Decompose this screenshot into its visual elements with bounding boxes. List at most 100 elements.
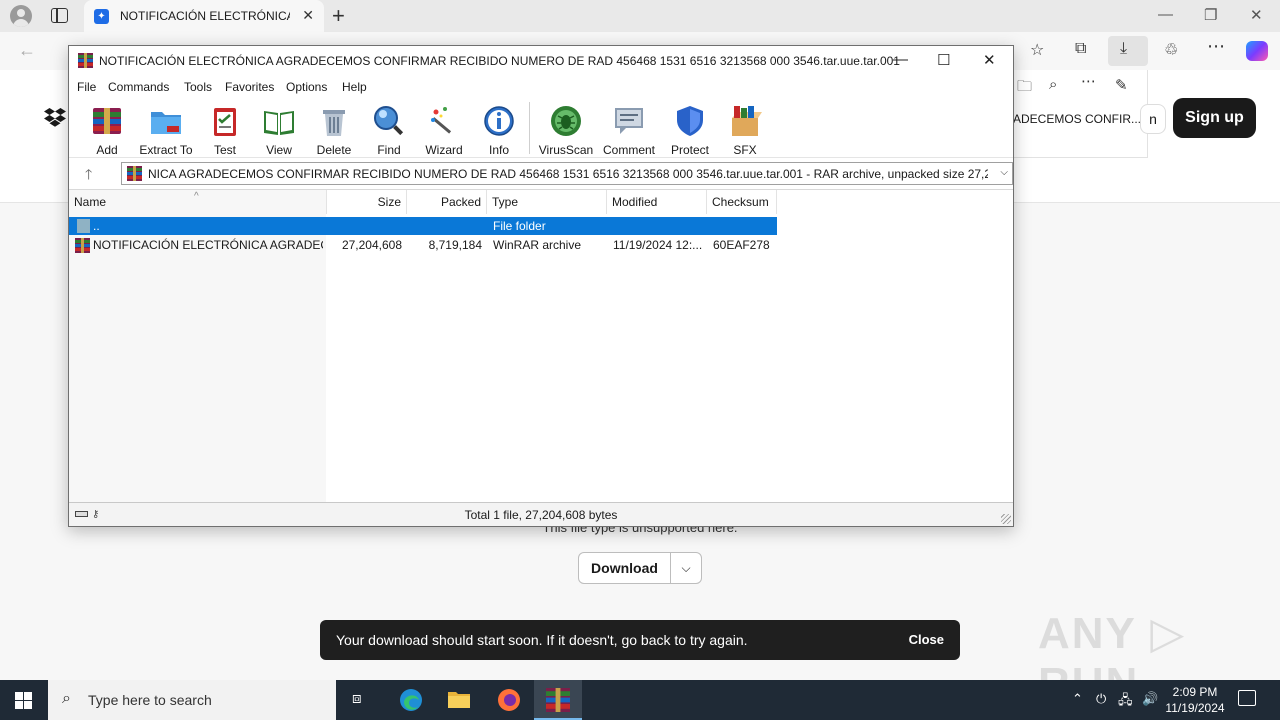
profile-icon[interactable] — [10, 5, 32, 27]
row-packed: 8,719,184 — [428, 238, 482, 252]
winrar-minimize-button[interactable]: — — [893, 51, 908, 68]
tool-test[interactable]: Test — [195, 102, 255, 157]
dropbox-logo-icon[interactable] — [44, 108, 66, 128]
column-header-checksum[interactable]: Checksum — [707, 190, 777, 214]
winrar-titlebar[interactable]: NOTIFICACIÓN ELECTRÓNICA AGRADECEMOS CON… — [69, 46, 1013, 76]
download-toast: Your download should start soon. If it d… — [320, 620, 960, 660]
row-checksum: 60EAF278 — [713, 238, 770, 252]
tray-device-icon[interactable]: ⏻ — [1096, 691, 1106, 707]
tool-view[interactable]: View — [249, 102, 309, 157]
download-button[interactable]: Download — [579, 553, 671, 583]
tool-protect-label: Protect — [670, 143, 709, 157]
task-view-icon: ⧈ — [352, 690, 362, 707]
row-name: .. — [93, 219, 100, 233]
tool-virusscan[interactable]: VirusScan — [536, 102, 596, 157]
winrar-menubar: File Commands Tools Favorites Options He… — [69, 76, 1013, 98]
chevron-down-icon[interactable]: ⌵ — [671, 553, 701, 583]
new-tab-button[interactable]: + — [332, 3, 345, 29]
more-icon[interactable]: ⋯ — [1081, 72, 1096, 90]
rar-file-icon — [75, 238, 90, 253]
tab-actions-icon[interactable] — [51, 8, 68, 23]
download-icon: ⤓ — [1120, 40, 1128, 57]
volume-icon[interactable]: 🔊 — [1142, 691, 1158, 707]
winrar-maximize-button[interactable]: ☐ — [937, 51, 950, 69]
more-options-icon[interactable]: ⋯ — [1207, 36, 1225, 57]
extensions-icon[interactable]: ♲ — [1164, 40, 1178, 60]
collections-icon[interactable]: ⧉ — [1075, 40, 1086, 58]
info-icon — [484, 106, 514, 136]
menu-options[interactable]: Options — [286, 80, 327, 94]
browser-close-button[interactable]: ✕ — [1250, 6, 1263, 24]
copilot-icon[interactable] — [1246, 41, 1268, 61]
login-button[interactable]: n — [1140, 104, 1166, 134]
tool-view-label: View — [266, 143, 292, 157]
test-clipboard-icon — [214, 108, 236, 136]
browser-tab[interactable]: ✦ NOTIFICACIÓN ELECTRÓNICA AGRADECEMOS C… — [84, 0, 324, 32]
menu-tools[interactable]: Tools — [184, 80, 212, 94]
path-text: NICA AGRADECEMOS CONFIRMAR RECIBIDO NUME… — [148, 167, 988, 181]
menu-help[interactable]: Help — [342, 80, 367, 94]
taskbar-search-box[interactable]: ⌕ Type here to search — [48, 680, 336, 720]
search-icon[interactable]: ⌕ — [1049, 76, 1057, 93]
file-explorer-taskbar-button[interactable] — [435, 680, 483, 720]
menu-file[interactable]: File — [77, 80, 96, 94]
tool-add-label: Add — [96, 143, 118, 157]
taskbar: ⌕ Type here to search ⧈ ⌃ ⏻ 🖧 🔊 2:09 PM … — [0, 680, 1280, 720]
pin-icon[interactable]: ✎ — [1115, 76, 1128, 94]
column-header-type[interactable]: Type — [487, 190, 607, 214]
tool-sfx[interactable]: SFX — [715, 102, 775, 157]
wizard-wand-icon — [431, 107, 452, 134]
back-arrow-icon[interactable]: ← — [18, 40, 36, 61]
notifications-icon[interactable] — [1238, 690, 1256, 706]
tab-close-icon[interactable]: ✕ — [302, 7, 314, 24]
firefox-icon — [498, 689, 520, 711]
winrar-taskbar-button[interactable] — [534, 680, 582, 720]
toast-close-button[interactable]: Close — [909, 632, 944, 647]
downloads-button[interactable]: ⤓ — [1108, 36, 1148, 66]
menu-favorites[interactable]: Favorites — [225, 80, 274, 94]
tray-chevron-up-icon[interactable]: ⌃ — [1072, 691, 1083, 707]
tool-wizard[interactable]: Wizard — [414, 102, 474, 157]
tool-find[interactable]: Find — [359, 102, 419, 157]
column-name-label: Name — [74, 195, 107, 209]
edge-icon — [400, 689, 422, 711]
tool-find-label: Find — [377, 143, 401, 157]
browser-restore-button[interactable]: ❐ — [1204, 6, 1217, 24]
sign-up-button[interactable]: Sign up — [1173, 98, 1256, 138]
column-header-packed[interactable]: Packed — [407, 190, 487, 214]
path-dropdown[interactable]: NICA AGRADECEMOS CONFIRMAR RECIBIDO NUME… — [121, 162, 1013, 185]
edge-taskbar-button[interactable] — [386, 680, 434, 720]
task-view-button[interactable]: ⧈ — [336, 680, 384, 720]
folder-icon[interactable]: 🗀 — [1017, 76, 1032, 101]
file-title: ADECEMOS CONFIR... — [1013, 112, 1142, 126]
column-header-modified[interactable]: Modified — [607, 190, 707, 214]
table-row[interactable]: .. File folder — [69, 217, 777, 235]
menu-commands[interactable]: Commands — [108, 80, 169, 94]
winrar-taskbar-icon — [546, 688, 570, 712]
network-icon[interactable]: 🖧 — [1118, 691, 1133, 713]
tool-extract-to[interactable]: Extract To — [136, 102, 196, 157]
row-type: File folder — [493, 219, 546, 233]
tool-wizard-label: Wizard — [425, 143, 463, 157]
column-header-size[interactable]: Size — [327, 190, 407, 214]
windows-start-icon[interactable] — [15, 692, 32, 709]
up-arrow-icon[interactable]: 🡑 — [85, 164, 92, 188]
archive-icon — [127, 166, 142, 181]
tool-protect[interactable]: Protect — [660, 102, 720, 157]
favorites-icon[interactable]: ☆ — [1030, 40, 1044, 60]
tool-add[interactable]: Add — [77, 102, 137, 157]
search-placeholder: Type here to search — [88, 692, 212, 708]
browser-minimize-button[interactable]: — — [1158, 6, 1173, 23]
tool-info[interactable]: Info — [469, 102, 529, 157]
chevron-down-icon[interactable]: ⌵ — [1000, 167, 1008, 178]
tool-delete[interactable]: Delete — [304, 102, 364, 157]
tool-comment[interactable]: Comment — [599, 102, 659, 157]
winrar-app-icon — [78, 53, 93, 68]
firefox-taskbar-button[interactable] — [484, 680, 532, 720]
column-header-name[interactable]: Name ^ — [69, 190, 327, 214]
resize-grip[interactable] — [1001, 514, 1011, 524]
winrar-close-button[interactable]: ✕ — [983, 51, 996, 69]
winrar-path-bar: 🡑 NICA AGRADECEMOS CONFIRMAR RECIBIDO NU… — [69, 159, 1013, 187]
taskbar-clock[interactable]: 2:09 PM 11/19/2024 — [1160, 684, 1230, 716]
table-row[interactable]: NOTIFICACIÓN ELECTRÓNICA AGRADECE... 27,… — [69, 236, 777, 254]
